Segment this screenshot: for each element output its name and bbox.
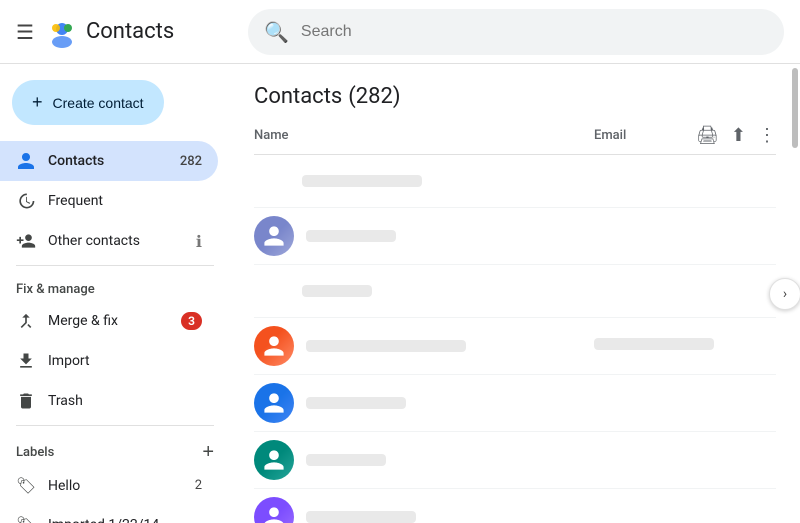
search-icon: 🔍 <box>264 20 289 44</box>
table-row[interactable] <box>254 489 776 523</box>
contact-name-cell <box>254 216 594 256</box>
frequent-label: Frequent <box>48 193 202 209</box>
contact-name-cell <box>254 497 594 523</box>
scrollbar-thumb <box>792 68 798 148</box>
menu-icon[interactable]: ☰ <box>16 20 34 44</box>
avatar <box>254 216 294 256</box>
sidebar: + Create contact Contacts 282 Frequent O… <box>0 64 230 523</box>
main-layout: + Create contact Contacts 282 Frequent O… <box>0 64 800 523</box>
app-logo: Contacts <box>46 16 174 48</box>
table-row[interactable] <box>254 208 776 265</box>
fix-manage-label: Fix & manage <box>0 270 230 301</box>
contact-name-blurred <box>306 230 396 242</box>
app-title-text: Contacts <box>86 19 174 44</box>
plus-icon: + <box>32 92 43 113</box>
contact-name-blurred <box>306 340 466 352</box>
label-imported-text: Imported 1/22/14 <box>48 517 202 523</box>
table-row[interactable] <box>254 432 776 489</box>
contact-name-cell <box>254 326 594 366</box>
collapse-sidebar-button[interactable]: › <box>769 278 800 310</box>
app-header: ☰ Contacts 🔍 <box>0 0 800 64</box>
person-add-icon <box>16 231 36 251</box>
contact-name-blurred <box>306 511 416 523</box>
sidebar-item-frequent[interactable]: Frequent <box>0 181 218 221</box>
label-icon-hello: 🏷 <box>16 476 36 495</box>
avatar <box>254 440 294 480</box>
table-row[interactable] <box>254 375 776 432</box>
content-header: Contacts (282) <box>254 64 776 117</box>
merge-icon <box>16 311 36 331</box>
create-contact-label: Create contact <box>53 95 144 111</box>
label-icon-imported: 🏷 <box>16 515 36 523</box>
sidebar-item-contacts[interactable]: Contacts 282 <box>0 141 218 181</box>
chevron-right-icon: › <box>783 286 787 302</box>
contact-email-cell <box>594 338 776 354</box>
label-hello-text: Hello <box>48 478 183 494</box>
labels-label: Labels <box>16 445 54 460</box>
column-name-header: Name <box>254 128 594 143</box>
content-count: (282) <box>348 84 400 109</box>
sidebar-item-label-imported[interactable]: 🏷 Imported 1/22/14 <box>0 505 218 523</box>
sidebar-item-other-contacts[interactable]: Other contacts ℹ <box>0 221 218 261</box>
contact-name-blurred <box>302 285 372 297</box>
sidebar-divider-2 <box>16 425 214 426</box>
avatar <box>254 326 294 366</box>
other-contacts-info-icon: ℹ <box>196 232 202 251</box>
contact-name-cell <box>254 163 594 199</box>
avatar <box>254 383 294 423</box>
label-hello-count: 2 <box>195 478 202 493</box>
contact-name-blurred <box>302 175 422 187</box>
contacts-label: Contacts <box>48 153 168 169</box>
add-label-button[interactable]: + <box>202 442 214 462</box>
table-row[interactable] <box>254 155 776 208</box>
search-bar[interactable]: 🔍 <box>248 9 784 55</box>
contact-name-blurred <box>306 397 406 409</box>
other-contacts-label: Other contacts <box>48 233 184 249</box>
contact-email-blurred <box>594 338 714 350</box>
contact-name-cell <box>254 383 594 423</box>
import-icon <box>16 351 36 371</box>
trash-label: Trash <box>48 393 202 409</box>
contacts-logo-icon <box>46 16 78 48</box>
sidebar-divider-1 <box>16 265 214 266</box>
sidebar-item-merge[interactable]: Merge & fix 3 <box>0 301 218 341</box>
merge-label: Merge & fix <box>48 313 169 329</box>
sidebar-item-trash[interactable]: Trash <box>0 381 218 421</box>
merge-badge: 3 <box>181 312 202 330</box>
import-label: Import <box>48 353 202 369</box>
contact-name-cell <box>254 440 594 480</box>
table-row[interactable] <box>254 265 776 318</box>
print-icon[interactable]: 🖨 <box>696 125 719 146</box>
table-header: Name Email 🖨 ⬆ ⋮ <box>254 117 776 155</box>
contact-name-blurred <box>306 454 386 466</box>
table-row[interactable] <box>254 318 776 375</box>
person-icon <box>16 151 36 171</box>
more-options-icon[interactable]: ⋮ <box>758 125 776 146</box>
labels-section-header: Labels + <box>0 430 230 466</box>
header-left: ☰ Contacts <box>16 16 236 48</box>
contact-name-cell <box>254 273 594 309</box>
content-title: Contacts <box>254 84 342 109</box>
sidebar-item-label-hello[interactable]: 🏷 Hello 2 <box>0 466 218 505</box>
avatar <box>254 497 294 523</box>
export-icon[interactable]: ⬆ <box>731 125 746 146</box>
column-actions: 🖨 ⬆ ⋮ <box>696 125 776 146</box>
contacts-count: 282 <box>180 154 202 169</box>
search-input[interactable] <box>301 23 768 41</box>
create-contact-button[interactable]: + Create contact <box>12 80 164 125</box>
content-area: Contacts (282) Name Email 🖨 ⬆ ⋮ <box>230 64 800 523</box>
sidebar-item-import[interactable]: Import <box>0 341 218 381</box>
trash-icon <box>16 391 36 411</box>
history-icon <box>16 191 36 211</box>
column-email-header: Email <box>594 128 696 143</box>
